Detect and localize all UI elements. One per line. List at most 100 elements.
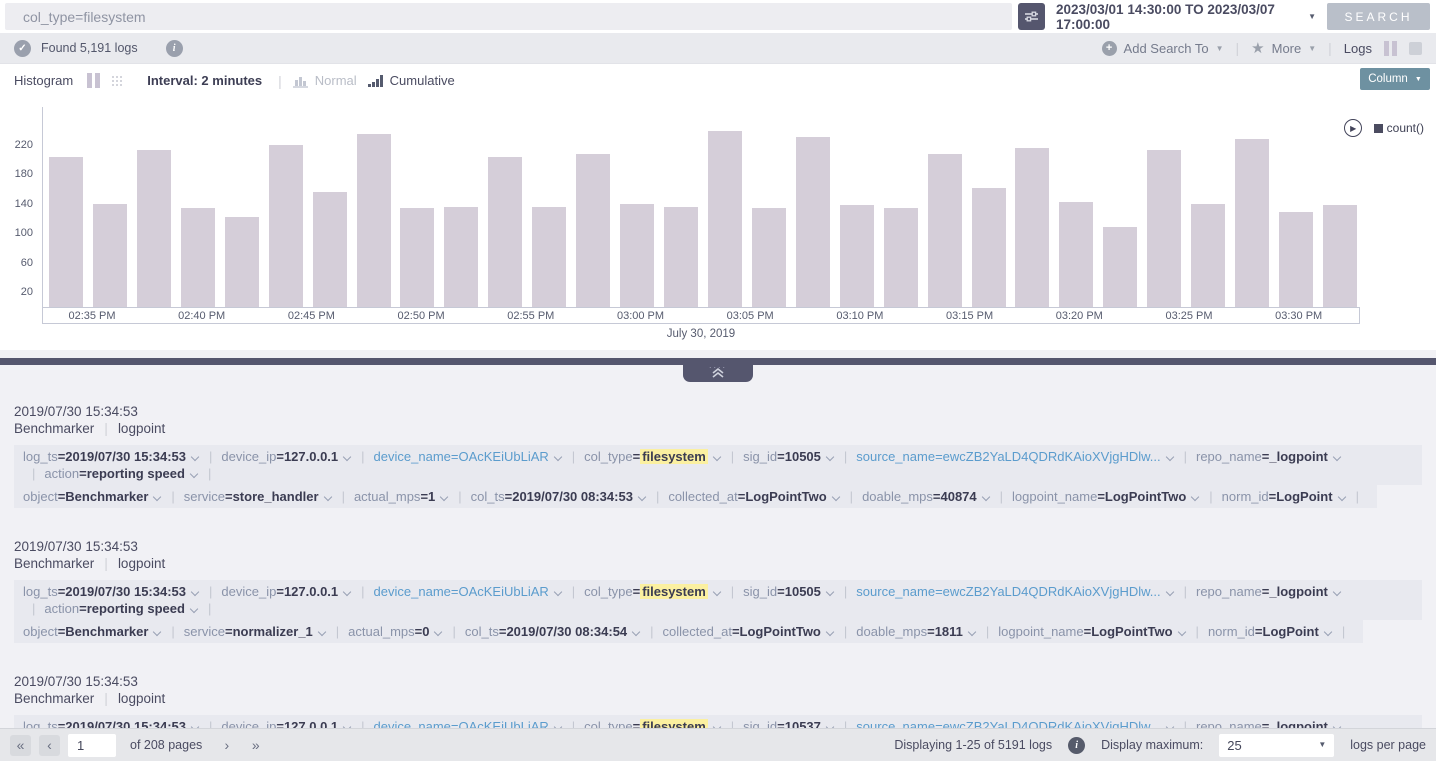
histogram-bar[interactable]	[664, 207, 698, 307]
histogram-bar[interactable]	[93, 204, 127, 307]
field-dropdown-icon[interactable]	[1324, 627, 1332, 635]
histogram-bar[interactable]	[1323, 205, 1357, 307]
log-field[interactable]: log_ts=2019/07/30 15:34:53	[23, 719, 200, 728]
histogram-grid-view-icon[interactable]	[110, 74, 123, 87]
log-field[interactable]: service=normalizer_1	[184, 624, 327, 639]
field-dropdown-icon[interactable]	[1337, 492, 1345, 500]
filter-settings-button[interactable]	[1018, 3, 1045, 30]
log-field[interactable]: sig_id=10505	[743, 449, 835, 464]
log-field[interactable]: action=reporting speed	[44, 601, 199, 616]
more-button[interactable]: ★ More ▼	[1251, 39, 1316, 57]
field-dropdown-icon[interactable]	[190, 469, 198, 477]
field-dropdown-icon[interactable]	[1165, 452, 1173, 460]
log-field[interactable]: repo_name=_logpoint	[1196, 719, 1342, 728]
histogram-bar[interactable]	[269, 145, 303, 307]
field-dropdown-icon[interactable]	[826, 627, 834, 635]
histogram-bar[interactable]	[137, 150, 171, 307]
log-field[interactable]: actual_mps=1	[354, 489, 449, 504]
log-field[interactable]: doable_mps=40874	[862, 489, 991, 504]
log-field[interactable]: collected_at=LogPointTwo	[668, 489, 840, 504]
histogram-bar[interactable]	[444, 207, 478, 307]
field-dropdown-icon[interactable]	[343, 452, 351, 460]
field-dropdown-icon[interactable]	[318, 627, 326, 635]
date-range-picker[interactable]: 2023/03/01 14:30:00 TO 2023/03/07 17:00:…	[1056, 3, 1316, 30]
chart-type-dropdown[interactable]: Column ▼	[1360, 68, 1430, 90]
histogram-bar[interactable]	[928, 154, 962, 307]
field-dropdown-icon[interactable]	[434, 627, 442, 635]
field-dropdown-icon[interactable]	[554, 452, 562, 460]
field-dropdown-icon[interactable]	[191, 587, 199, 595]
last-page-button[interactable]: »	[245, 735, 266, 756]
log-field[interactable]: log_ts=2019/07/30 15:34:53	[23, 449, 200, 464]
collapse-histogram-button[interactable]: ....	[683, 364, 753, 382]
field-dropdown-icon[interactable]	[554, 587, 562, 595]
field-dropdown-icon[interactable]	[153, 492, 161, 500]
histogram-bar[interactable]	[752, 208, 786, 307]
info-icon[interactable]: i	[1068, 737, 1085, 754]
histogram-column-view-icon[interactable]	[87, 73, 100, 88]
log-field[interactable]: device_name=OAcKEiUbLiAR	[374, 584, 563, 599]
field-dropdown-icon[interactable]	[826, 452, 834, 460]
histogram-bar[interactable]	[708, 131, 742, 307]
search-button[interactable]: SEARCH	[1327, 3, 1430, 30]
log-field[interactable]: source_name=ewcZB2YaLD4QDRdKAioXVjgHDlw.…	[856, 584, 1174, 599]
log-field[interactable]: device_ip=127.0.0.1	[221, 449, 352, 464]
histogram-bar[interactable]	[400, 208, 434, 307]
log-field[interactable]: repo_name=_logpoint	[1196, 584, 1342, 599]
field-dropdown-icon[interactable]	[1191, 492, 1199, 500]
log-field[interactable]: source_name=ewcZB2YaLD4QDRdKAioXVjgHDlw.…	[856, 719, 1174, 728]
log-field[interactable]: sig_id=10505	[743, 584, 835, 599]
next-page-button[interactable]: ›	[216, 735, 237, 756]
histogram-bar[interactable]	[225, 217, 259, 307]
log-entry[interactable]: 2019/07/30 15:34:53Benchmarker|logpointl…	[14, 673, 1422, 728]
log-field[interactable]: doable_mps=1811	[856, 624, 977, 639]
histogram-bar[interactable]	[796, 137, 830, 307]
log-entry[interactable]: 2019/07/30 15:34:53Benchmarker|logpointl…	[14, 403, 1422, 508]
log-field[interactable]: source_name=ewcZB2YaLD4QDRdKAioXVjgHDlw.…	[856, 449, 1174, 464]
search-query-input[interactable]	[5, 3, 1012, 30]
log-field[interactable]: logpoint_name=LogPointTwo	[998, 624, 1186, 639]
histogram-bar[interactable]	[972, 188, 1006, 307]
column-view-toggle-icon[interactable]	[1384, 41, 1397, 56]
prev-page-button[interactable]: ‹	[39, 735, 60, 756]
log-field[interactable]: col_type=filesystem	[584, 584, 722, 599]
histogram-bar[interactable]	[1279, 212, 1313, 307]
log-field[interactable]: sig_id=10537	[743, 719, 835, 728]
field-dropdown-icon[interactable]	[190, 604, 198, 612]
field-dropdown-icon[interactable]	[981, 492, 989, 500]
log-field[interactable]: col_type=filesystem	[584, 449, 722, 464]
field-dropdown-icon[interactable]	[323, 492, 331, 500]
field-dropdown-icon[interactable]	[343, 587, 351, 595]
field-dropdown-icon[interactable]	[153, 627, 161, 635]
field-dropdown-icon[interactable]	[831, 492, 839, 500]
log-field[interactable]: collected_at=LogPointTwo	[663, 624, 835, 639]
histogram-bar[interactable]	[884, 208, 918, 307]
info-icon[interactable]: i	[166, 40, 183, 57]
log-field[interactable]: device_name=OAcKEiUbLiAR	[374, 719, 563, 728]
histogram-bar[interactable]	[576, 154, 610, 307]
log-field[interactable]: actual_mps=0	[348, 624, 443, 639]
first-page-button[interactable]: «	[10, 735, 31, 756]
field-dropdown-icon[interactable]	[826, 587, 834, 595]
log-field[interactable]: object=Benchmarker	[23, 624, 162, 639]
log-field[interactable]: service=store_handler	[184, 489, 333, 504]
field-dropdown-icon[interactable]	[191, 452, 199, 460]
histogram-bar[interactable]	[181, 208, 215, 307]
log-field[interactable]: col_ts=2019/07/30 08:34:53	[471, 489, 647, 504]
log-field[interactable]: col_type=filesystem	[584, 719, 722, 728]
log-field[interactable]: device_ip=127.0.0.1	[221, 719, 352, 728]
histogram-bar[interactable]	[357, 134, 391, 307]
histogram-bar[interactable]	[1103, 227, 1137, 307]
logs-per-page-select[interactable]: 25 ▼	[1219, 734, 1334, 757]
field-dropdown-icon[interactable]	[713, 587, 721, 595]
page-number-input[interactable]	[68, 734, 116, 757]
log-field[interactable]: device_name=OAcKEiUbLiAR	[374, 449, 563, 464]
log-field[interactable]: repo_name=_logpoint	[1196, 449, 1342, 464]
histogram-bar[interactable]	[1147, 150, 1181, 307]
field-dropdown-icon[interactable]	[1333, 452, 1341, 460]
field-dropdown-icon[interactable]	[440, 492, 448, 500]
histogram-bar[interactable]	[488, 157, 522, 307]
play-icon[interactable]: ▶	[1344, 119, 1362, 137]
log-field[interactable]: device_ip=127.0.0.1	[221, 584, 352, 599]
histogram-bar[interactable]	[1015, 148, 1049, 307]
